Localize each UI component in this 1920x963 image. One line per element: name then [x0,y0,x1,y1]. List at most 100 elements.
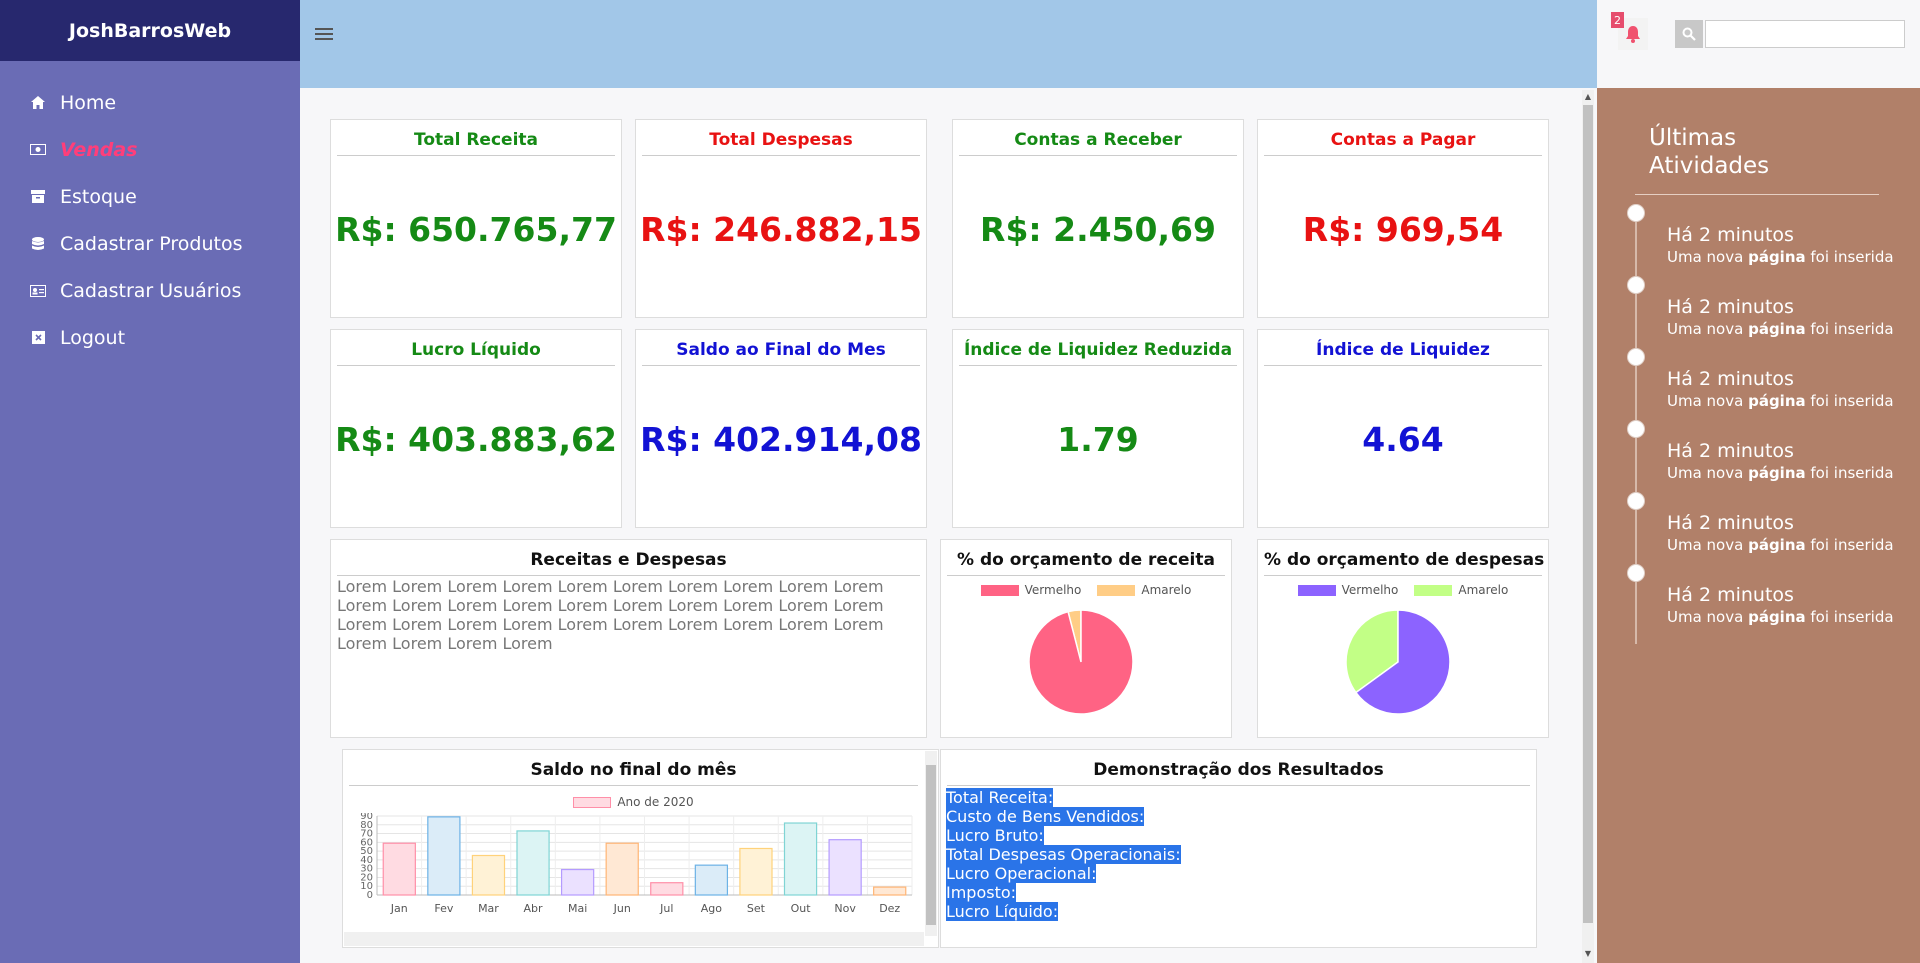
dre-line: Lucro Operacional: [946,864,1097,883]
card-title: Saldo no final do mês [349,760,918,786]
card-orcamento-receita: % do orçamento de receita Vermelho Amare… [940,539,1232,738]
search-input[interactable] [1705,20,1905,48]
legend-item[interactable]: Amarelo [1097,583,1191,597]
home-icon [30,96,46,110]
activity-description: Uma nova página foi inserida [1667,464,1894,482]
horizontal-scrollbar[interactable] [344,932,924,946]
activity-description: Uma nova página foi inserida [1667,608,1894,626]
activity-description: Uma nova página foi inserida [1667,248,1894,266]
bar-dez[interactable] [873,886,907,896]
dre-line: Total Receita: [946,788,1054,807]
menu-toggle-icon[interactable] [315,28,333,44]
sidebar-item-cadastrar-produtos[interactable]: Cadastrar Produtos [0,220,300,267]
x-tick-label: Dez [879,902,900,915]
legend-item[interactable]: Vermelho [980,583,1082,597]
legend-item[interactable]: Ano de 2020 [573,795,694,809]
sidebar-item-vendas[interactable]: Vendas [0,126,300,173]
chart-legend: Ano de 2020 [343,795,924,809]
card-demonstracao-resultados: Demonstração dos Resultados Total Receit… [940,749,1537,948]
card-value: R$: 2.450,69 [980,210,1216,249]
card-title: % do orçamento de despesas [1264,550,1544,576]
x-tick-label: Mar [478,902,499,915]
dre-line: Lucro Líquido: [946,902,1059,921]
sidebar-item-home[interactable]: Home [0,79,300,126]
timeline-dot-icon [1627,492,1645,510]
legend-item[interactable]: Vermelho [1297,583,1399,597]
top-header: 2 [300,0,1905,88]
bar-jun[interactable] [605,842,639,896]
activity-time: Há 2 minutos [1667,296,1794,318]
dre-line: Imposto: [946,883,1017,902]
card-title: % do orçamento de receita [947,550,1225,576]
sidebar-item-estoque[interactable]: Estoque [0,173,300,220]
x-tick-label: Ago [701,902,723,915]
vertical-scrollbar[interactable] [925,751,937,936]
timeline-dot-icon [1627,204,1645,222]
legend-label: Amarelo [1141,583,1192,597]
sidebar-item-logout[interactable]: Logout [0,314,300,361]
pie-slice-vermelho[interactable] [1028,609,1134,715]
card-liquidez-reduzida: Índice de Liquidez Reduzida 1.79 [952,329,1244,528]
sidebar: JoshBarrosWeb Home Vendas Estoque Cadast… [0,0,300,963]
bar-mai[interactable] [560,868,595,896]
lorem-text: Lorem Lorem Lorem Lorem Lorem Lorem Lore… [337,577,884,653]
legend-label: Vermelho [1341,583,1399,597]
bar-ago[interactable] [694,864,729,896]
card-contas-pagar: Contas a Pagar R$: 969,54 [1257,119,1549,318]
activity-time: Há 2 minutos [1667,440,1794,462]
x-tick-label: Abr [524,902,544,915]
timeline-dot-icon [1627,564,1645,582]
activity-time: Há 2 minutos [1667,512,1794,534]
main-scrollbar-thumb[interactable] [1583,105,1593,923]
brand-logo[interactable]: JoshBarrosWeb [0,0,300,61]
timeline-dot-icon [1627,276,1645,294]
sidebar-item-label: Vendas [60,138,138,161]
x-tick-label: Nov [834,902,856,915]
scroll-up-arrow-icon[interactable]: ▲ [1583,92,1593,104]
scroll-down-arrow-icon[interactable]: ▼ [1583,949,1593,961]
activity-time: Há 2 minutos [1667,584,1794,606]
bar-mar[interactable] [471,854,506,896]
money-icon [30,143,46,157]
id-card-icon [30,284,46,298]
sidebar-item-label: Estoque [60,185,137,208]
sidebar-item-cadastrar-usuarios[interactable]: Cadastrar Usuários [0,267,300,314]
bar-abr[interactable] [516,830,550,896]
card-saldo-final-mes-chart: Saldo no final do mês Ano de 2020 0 10 20 3… [342,749,939,948]
x-tick-label: Jan [390,902,408,915]
dre-line: Custo de Bens Vendidos: [946,807,1145,826]
activity-description: Uma nova página foi inserida [1667,320,1894,338]
card-title: Saldo ao Final do Mes [642,340,920,366]
legend-item[interactable]: Amarelo [1414,583,1508,597]
sidebar-item-label: Cadastrar Produtos [60,232,243,255]
timeline-dot-icon [1627,348,1645,366]
bar-set[interactable] [739,847,773,896]
pie-chart-despesas [1345,609,1451,715]
activity-time: Há 2 minutos [1667,368,1794,390]
card-value: 4.64 [1362,420,1444,459]
card-liquidez: Índice de Liquidez 4.64 [1257,329,1549,528]
search-icon[interactable] [1675,20,1703,48]
bar-jul[interactable] [650,882,684,896]
pie-chart-receita [1028,609,1134,715]
card-total-despesas: Total Despesas R$: 246.882,15 [635,119,927,318]
bar-out[interactable] [783,822,818,896]
bar-nov[interactable] [828,839,862,896]
card-title: Receitas e Despesas [337,550,920,576]
legend-label: Vermelho [1024,583,1082,597]
sidebar-item-label: Home [60,91,117,114]
legend-label: Ano de 2020 [617,795,694,809]
bar-fev[interactable] [427,816,461,896]
x-tick-label: Set [747,902,766,915]
activity-description: Uma nova página foi inserida [1667,392,1894,410]
x-tick-label: Out [791,902,812,915]
timeline-dot-icon [1627,420,1645,438]
activity-divider [1635,194,1879,195]
bar-jan[interactable] [382,842,416,896]
card-value: R$: 403.883,62 [335,420,617,459]
notification-badge: 2 [1611,12,1624,28]
activity-description: Uma nova página foi inserida [1667,536,1894,554]
x-tick-label: Fev [434,902,453,915]
card-title: Total Receita [337,130,615,156]
sidebar-item-label: Logout [60,326,126,349]
